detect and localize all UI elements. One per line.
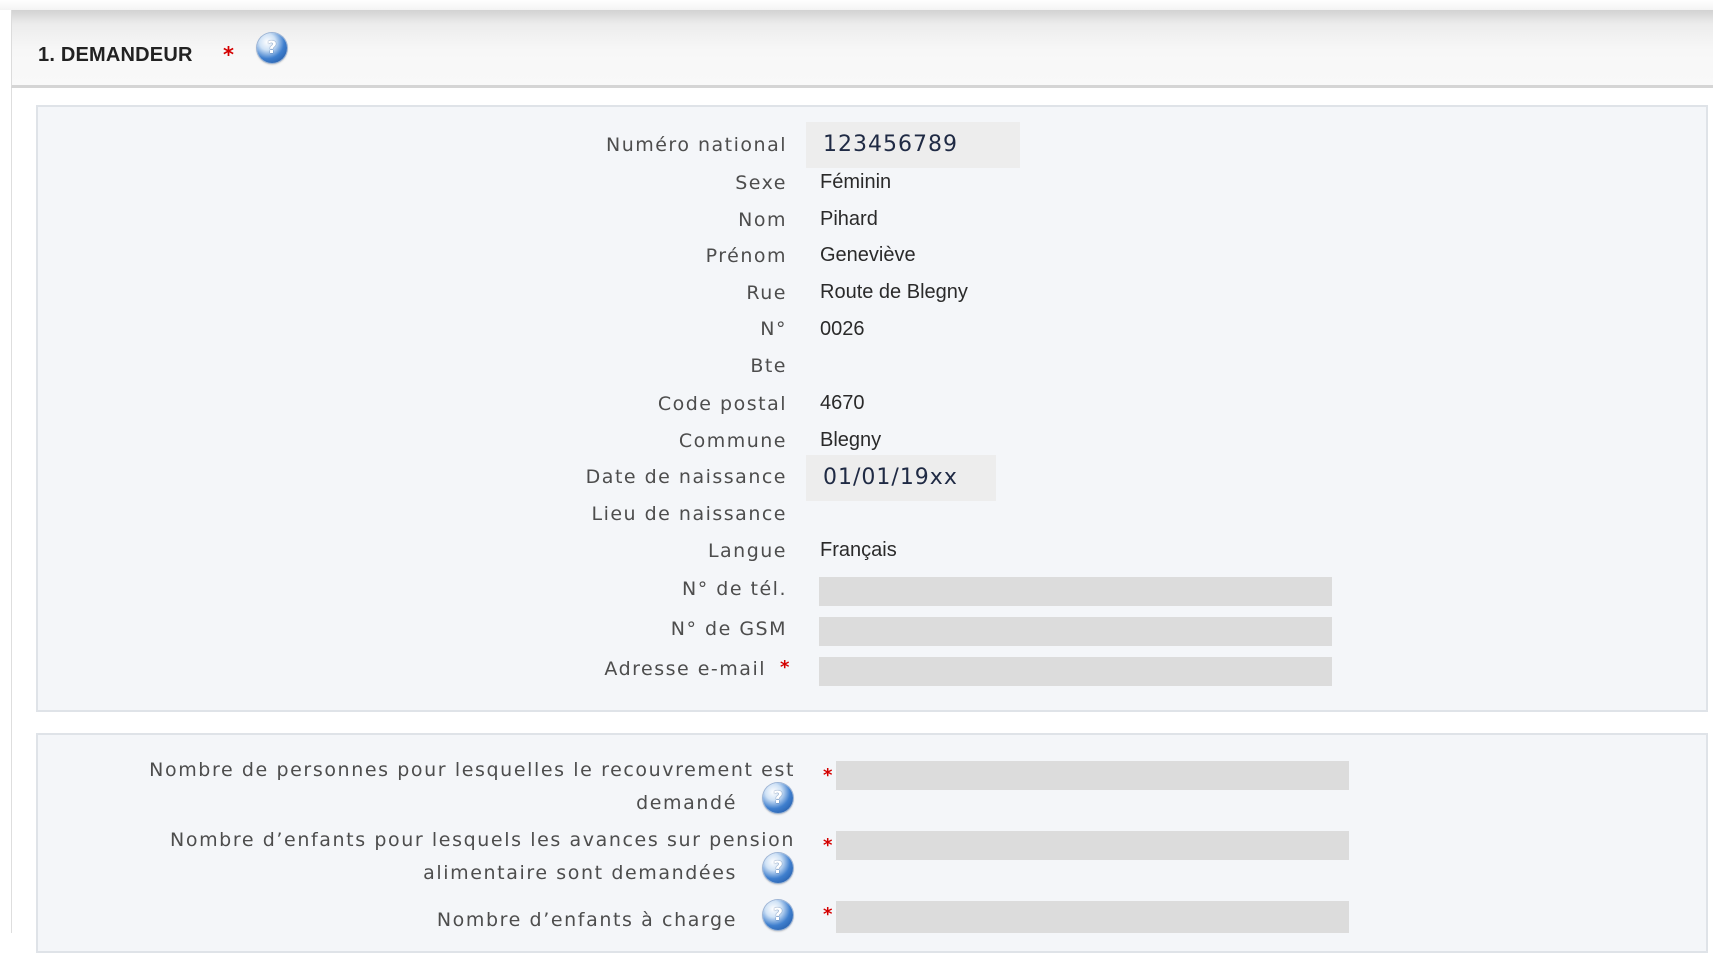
last-name-value: Pihard — [820, 208, 878, 230]
phone-label: N° de tél. — [682, 578, 787, 600]
required-star: * — [223, 43, 234, 67]
last-name-label: Nom — [738, 209, 787, 231]
email-required-star: * — [780, 657, 790, 678]
postal-code-label: Code postal — [657, 393, 787, 415]
section-title: 1. DEMANDEUR — [38, 44, 193, 66]
children-advances-label-line2: alimentaire sont demandées — [423, 862, 737, 884]
children-advances-label-line1: Nombre d’enfants pour lesquels les avanc… — [170, 829, 795, 851]
box-label: Bte — [750, 355, 787, 377]
birth-date-value: 01/01/19xx — [823, 465, 958, 490]
children-advances-input[interactable] — [836, 831, 1349, 860]
language-label: Langue — [707, 540, 787, 562]
left-border — [11, 88, 12, 933]
gsm-input[interactable] — [819, 617, 1332, 646]
persons-count-label-line1: Nombre de personnes pour lesquelles le r… — [149, 759, 795, 781]
dependent-children-required-star: * — [823, 904, 833, 925]
help-icon[interactable]: ? — [763, 900, 793, 930]
gsm-label: N° de GSM — [670, 618, 787, 640]
help-icon[interactable]: ? — [763, 783, 793, 813]
street-label: Rue — [746, 282, 787, 304]
persons-count-input[interactable] — [836, 761, 1349, 790]
municipality-value: Blegny — [820, 429, 882, 451]
municipality-label: Commune — [678, 430, 787, 452]
email-input[interactable] — [819, 657, 1332, 686]
first-name-value: Geneviève — [820, 244, 916, 266]
language-value: Français — [820, 539, 897, 561]
sex-value: Féminin — [820, 171, 892, 193]
birth-date-label: Date de naissance — [585, 466, 787, 488]
dependent-children-input[interactable] — [836, 901, 1349, 933]
email-label: Adresse e-mail — [604, 658, 766, 680]
persons-count-required-star: * — [823, 765, 833, 786]
number-value: 0026 — [820, 318, 865, 340]
persons-count-label-line2: demandé — [636, 792, 737, 814]
first-name-label: Prénom — [705, 245, 787, 267]
national-number-field: 123456789 — [806, 122, 1020, 168]
children-advances-required-star: * — [823, 835, 833, 856]
top-bar — [0, 0, 1713, 10]
number-label: N° — [760, 318, 787, 340]
help-icon[interactable]: ? — [763, 853, 793, 883]
national-number-value: 123456789 — [823, 132, 958, 157]
postal-code-value: 4670 — [820, 392, 865, 414]
help-icon[interactable]: ? — [257, 33, 287, 63]
phone-input[interactable] — [819, 577, 1332, 606]
national-number-label: Numéro national — [605, 134, 787, 156]
birth-place-label: Lieu de naissance — [591, 503, 787, 525]
street-value: Route de Blegny — [820, 281, 968, 303]
sex-label: Sexe — [735, 172, 787, 194]
birth-date-field: 01/01/19xx — [806, 455, 996, 501]
dependent-children-label: Nombre d’enfants à charge — [436, 909, 737, 931]
